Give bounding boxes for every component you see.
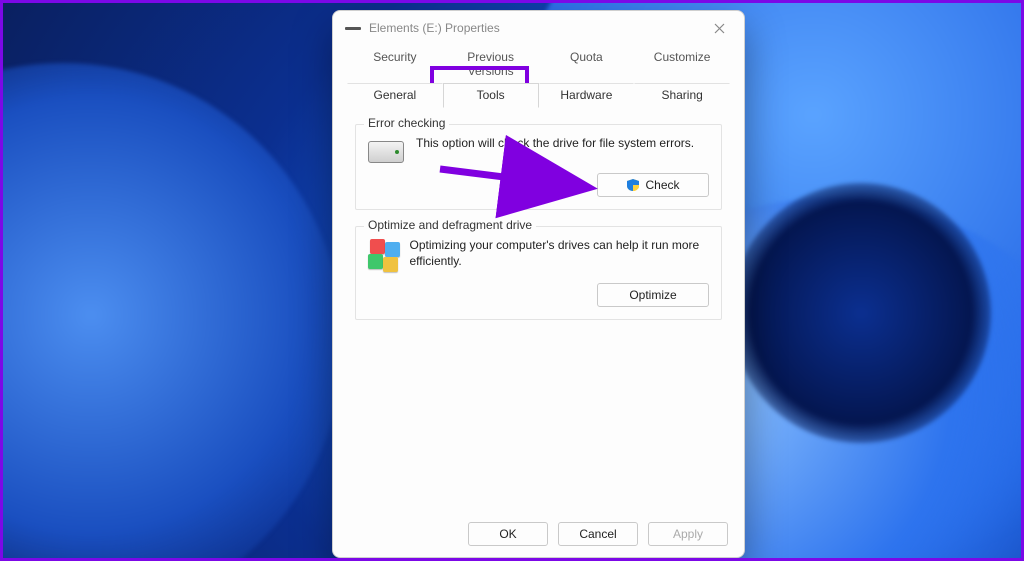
check-button-label: Check [645,178,679,192]
error-checking-description: This option will check the drive for fil… [416,135,694,151]
tab-body: Error checking This option will check th… [333,108,744,511]
tab-strip: Security Previous Versions Quota Customi… [333,45,744,108]
wallpaper-petal [0,63,343,561]
optimize-button-label: Optimize [629,288,676,302]
check-button[interactable]: Check [597,173,709,197]
tab-general[interactable]: General [347,83,443,108]
tab-hardware[interactable]: Hardware [539,83,635,108]
properties-window: Elements (E:) Properties Security Previo… [332,10,745,558]
group-title-optimize: Optimize and defragment drive [364,218,536,232]
ok-button[interactable]: OK [468,522,548,546]
tab-previous-versions[interactable]: Previous Versions [443,45,539,83]
titlebar[interactable]: Elements (E:) Properties [333,11,744,45]
window-title: Elements (E:) Properties [369,21,704,35]
tab-tools[interactable]: Tools [443,83,539,108]
optimize-description: Optimizing your computer's drives can he… [409,237,709,269]
defrag-icon [368,239,397,273]
close-button[interactable] [704,13,734,43]
close-icon [714,23,725,34]
drive-icon-mini [345,27,361,30]
tab-security[interactable]: Security [347,45,443,83]
shield-icon [626,178,640,192]
wallpaper-petal [731,183,991,443]
cancel-button[interactable]: Cancel [558,522,638,546]
group-optimize: Optimize and defragment drive Optimizing… [355,226,722,320]
desktop-viewport: Elements (E:) Properties Security Previo… [0,0,1024,561]
tab-customize[interactable]: Customize [634,45,730,83]
group-error-checking: Error checking This option will check th… [355,124,722,210]
drive-icon [368,141,404,163]
dialog-footer: OK Cancel Apply [333,511,744,557]
group-title-error-checking: Error checking [364,116,449,130]
apply-button[interactable]: Apply [648,522,728,546]
tab-sharing[interactable]: Sharing [634,83,730,108]
optimize-button[interactable]: Optimize [597,283,709,307]
tab-quota[interactable]: Quota [539,45,635,83]
